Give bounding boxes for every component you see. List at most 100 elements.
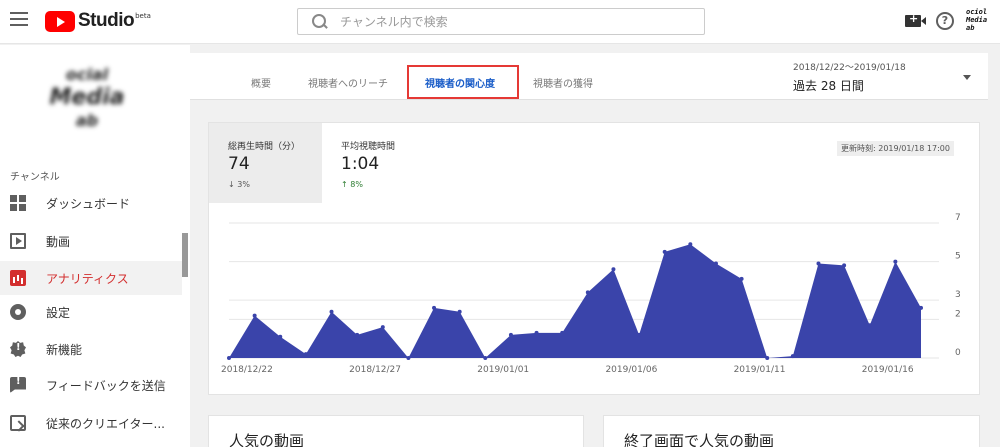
data-point[interactable] <box>739 276 744 281</box>
data-point[interactable] <box>560 330 565 335</box>
metric-label: 総再生時間（分） <box>228 142 301 152</box>
tab-reach[interactable]: 視聴者へのリーチ <box>308 75 388 90</box>
watch-time-chart: 0 2 3 5 7 2018/12/22 2018/12/27 2019/01/01 2019/… <box>221 213 961 375</box>
avatar-line-1: ociol <box>966 8 988 16</box>
data-point[interactable] <box>790 354 795 359</box>
data-point[interactable] <box>893 259 898 264</box>
data-point[interactable] <box>483 356 488 360</box>
metric-watch-time[interactable]: 総再生時間（分） 74 ↓ 3% <box>209 123 322 203</box>
y-tick-label: 5 <box>955 252 961 262</box>
data-point[interactable] <box>303 352 308 357</box>
updated-timestamp: 更新時刻: 2019/01/18 17:00 <box>837 141 954 156</box>
data-point[interactable] <box>380 325 385 330</box>
sidebar-item-feedback[interactable]: フィードバックを送信 <box>0 368 182 402</box>
sidebar-item-label: ダッシュボード <box>46 196 131 211</box>
chevron-down-icon[interactable] <box>963 75 971 80</box>
dashboard-icon <box>10 195 26 211</box>
x-tick-label: 2019/01/01 <box>477 365 529 375</box>
end-screen-title: 終了画面で人気の動画 <box>624 432 775 447</box>
data-point[interactable] <box>406 356 411 360</box>
top-videos-card: 人気の動画 <box>208 415 584 447</box>
data-point[interactable] <box>534 330 539 335</box>
data-point[interactable] <box>432 305 437 310</box>
data-point[interactable] <box>252 313 257 318</box>
data-point[interactable] <box>765 356 770 360</box>
y-tick-label: 7 <box>955 213 961 223</box>
y-tick-label: 2 <box>955 309 961 319</box>
studio-logo[interactable]: Studio beta <box>45 10 151 32</box>
x-tick-label: 2019/01/11 <box>734 365 786 375</box>
video-icon <box>10 233 26 249</box>
analytics-icon <box>10 270 26 286</box>
metric-delta-down: ↓ 3% <box>228 180 250 189</box>
data-point[interactable] <box>611 267 616 272</box>
sidebar-item-whats-new[interactable]: 新機能 <box>0 332 182 366</box>
date-period-label[interactable]: 過去 28 日間 <box>793 77 864 94</box>
data-point[interactable] <box>867 323 872 328</box>
arrow-down-icon: ↓ <box>228 180 235 189</box>
whats-new-icon <box>10 341 26 357</box>
metric-delta-value: 3% <box>237 180 250 189</box>
data-point[interactable] <box>637 332 642 337</box>
help-icon[interactable]: ? <box>936 12 954 30</box>
metric-label: 平均視聴時間 <box>341 142 396 152</box>
sidebar-section-title: チャンネル <box>10 172 60 183</box>
data-point[interactable] <box>508 332 513 337</box>
data-point[interactable] <box>355 332 360 337</box>
y-tick-label: 0 <box>955 348 961 358</box>
metric-value: 1:04 <box>341 154 380 174</box>
metric-delta-value: 8% <box>350 180 363 189</box>
x-tick-label: 2018/12/27 <box>349 365 401 375</box>
data-point[interactable] <box>585 290 590 295</box>
sidebar: ocial Media ab チャンネル ダッシュボード 動画 アナリティクス … <box>0 45 190 447</box>
data-point[interactable] <box>227 356 231 360</box>
top-bar: Studio beta ? ociol Media ab <box>0 0 1000 44</box>
top-videos-title: 人気の動画 <box>229 432 305 447</box>
sidebar-item-label: フィードバックを送信 <box>46 378 166 393</box>
avatar-line-2: Media <box>966 16 988 24</box>
chart-card: 総再生時間（分） 74 ↓ 3% 平均視聴時間 1:04 ↑ 8% 更新時刻: … <box>208 122 980 395</box>
y-tick-label: 3 <box>955 290 961 300</box>
sidebar-item-label: 設定 <box>46 305 71 320</box>
sidebar-item-label: 新機能 <box>46 342 83 357</box>
sidebar-item-analytics[interactable]: アナリティクス <box>0 261 182 295</box>
sidebar-item-classic-studio[interactable]: 従来のクリエイター... <box>0 406 182 440</box>
data-point[interactable] <box>278 334 283 339</box>
avatar-line-3: ab <box>966 24 975 32</box>
search-box[interactable] <box>297 8 705 35</box>
feedback-icon <box>10 377 26 393</box>
classic-studio-icon <box>10 415 26 431</box>
data-point[interactable] <box>713 261 718 266</box>
data-point[interactable] <box>842 263 847 268</box>
channel-avatar-line-3: ab <box>75 111 99 130</box>
gear-icon <box>10 304 26 320</box>
date-range: 2018/12/22〜2019/01/18 <box>793 63 906 73</box>
end-screen-top-videos-card: 終了画面で人気の動画 <box>603 415 980 447</box>
metric-delta-up: ↑ 8% <box>341 180 363 189</box>
data-point[interactable] <box>816 261 821 266</box>
metric-value: 74 <box>228 154 250 174</box>
x-tick-label: 2019/01/16 <box>862 365 914 375</box>
channel-avatar-line-2: Media <box>49 85 125 110</box>
tab-overview[interactable]: 概要 <box>251 75 271 90</box>
data-point[interactable] <box>457 309 462 314</box>
search-input[interactable] <box>340 14 680 29</box>
metric-avg-view-duration[interactable]: 平均視聴時間 1:04 ↑ 8% <box>322 123 435 203</box>
channel-avatar-line-1: ocial <box>65 65 109 84</box>
sidebar-item-videos[interactable]: 動画 <box>0 224 182 258</box>
analytics-header: 概要 視聴者へのリーチ 視聴者の関心度 視聴者の獲得 2018/12/22〜20… <box>190 53 988 100</box>
data-point[interactable] <box>919 305 923 310</box>
tab-audience[interactable]: 視聴者の獲得 <box>533 75 593 90</box>
sidebar-item-label: アナリティクス <box>46 271 129 286</box>
hamburger-menu-icon[interactable] <box>10 12 28 28</box>
data-point[interactable] <box>329 309 334 314</box>
channel-avatar[interactable]: ocial Media ab <box>42 65 132 155</box>
sidebar-item-dashboard[interactable]: ダッシュボード <box>0 186 182 220</box>
data-point[interactable] <box>662 249 667 254</box>
data-point[interactable] <box>688 242 693 247</box>
x-tick-label: 2018/12/22 <box>221 365 273 375</box>
account-avatar[interactable]: ociol Media ab <box>966 8 992 38</box>
sidebar-item-settings[interactable]: 設定 <box>0 295 182 329</box>
create-video-icon[interactable] <box>905 12 926 27</box>
sidebar-scrollbar[interactable] <box>182 233 188 277</box>
